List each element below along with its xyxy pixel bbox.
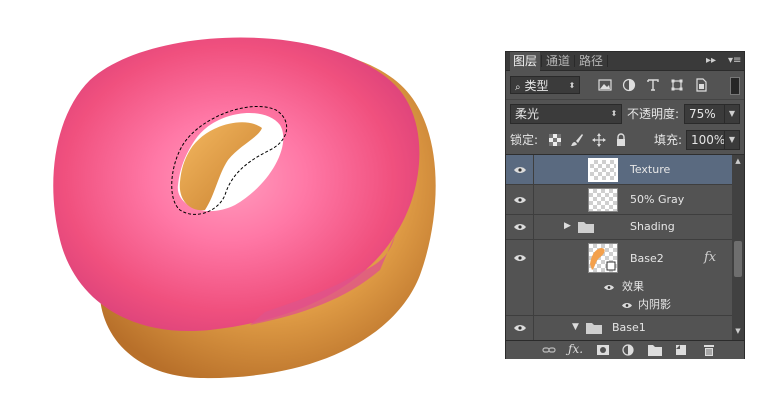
effects-label: 效果 (622, 280, 644, 293)
layer-texture[interactable]: Texture (506, 155, 732, 185)
image-filter-icon[interactable] (598, 78, 612, 92)
panel-tabbar: 图层 通道 路径 ▸▸ ▾≡ (506, 52, 744, 71)
layer-name: Base1 (612, 321, 646, 334)
layer-thumbnail (588, 188, 618, 212)
eye-icon[interactable] (514, 196, 526, 204)
tab-paths[interactable]: 路径 (576, 52, 606, 70)
layer-group-shading[interactable]: ▶ Shading (506, 215, 732, 240)
folder-icon (586, 323, 602, 334)
fill-value: 100% (691, 133, 726, 147)
donut-artwork (53, 37, 436, 379)
blend-mode-value: 柔光 (515, 107, 540, 121)
layer-name: 50% Gray (630, 193, 685, 206)
layers-bottom-toolbar: ƒx. (506, 340, 744, 359)
mask-icon[interactable] (596, 344, 610, 356)
lock-transparency-icon[interactable] (548, 133, 562, 147)
collapse-triangle-icon[interactable]: ▼ (572, 322, 579, 332)
adjustment-filter-icon[interactable] (622, 78, 636, 92)
tab-channels[interactable]: 通道 (543, 52, 573, 70)
link-icon[interactable] (542, 344, 556, 356)
add-style-fx-icon[interactable]: ƒx. (568, 342, 583, 356)
new-group-icon[interactable] (648, 344, 662, 356)
chevron-updown-icon: ⬍ (610, 109, 618, 118)
chevron-down-icon[interactable]: ▼ (724, 105, 739, 123)
chevron-down-icon[interactable]: ▼ (724, 131, 739, 149)
eye-icon[interactable] (622, 302, 632, 309)
lock-row: 锁定: 填充: 100% ▼ (506, 127, 744, 155)
layer-50-gray[interactable]: 50% Gray (506, 185, 732, 215)
inner-shadow-label: 内阴影 (638, 298, 671, 311)
fill-input[interactable]: 100% ▼ (686, 130, 740, 150)
scroll-down-icon[interactable]: ▼ (732, 327, 744, 335)
panel-menu-icon[interactable]: ▾≡ (728, 52, 741, 70)
opacity-input[interactable]: 75% ▼ (684, 104, 740, 124)
blend-mode-select[interactable]: 柔光 ⬍ (510, 104, 622, 124)
lock-move-icon[interactable] (592, 133, 606, 147)
layer-name: Texture (630, 163, 671, 176)
layers-panel: 图层 通道 路径 ▸▸ ▾≡ ⌕ 类型 ⬍ 柔光 ⬍ 不透明度: 75% ▼ 锁… (505, 51, 745, 359)
filter-kind-select[interactable]: ⌕ 类型 ⬍ (510, 76, 580, 94)
expand-triangle-icon[interactable]: ▶ (564, 221, 571, 231)
type-filter-icon[interactable] (646, 78, 660, 92)
trash-icon[interactable] (702, 344, 716, 356)
layers-scrollbar[interactable]: ▲ ▼ (732, 155, 744, 340)
smart-object-filter-icon[interactable] (694, 78, 708, 92)
eye-icon[interactable] (514, 324, 526, 332)
opacity-value: 75% (689, 107, 716, 121)
layer-thumbnail (588, 243, 618, 273)
fx-icon[interactable]: fx (704, 250, 716, 265)
opacity-label: 不透明度: (627, 107, 680, 121)
eye-icon[interactable] (514, 166, 526, 174)
new-adjustment-icon[interactable] (622, 344, 636, 356)
eye-icon[interactable] (514, 254, 526, 262)
layer-thumbnail (588, 158, 618, 182)
eye-icon[interactable] (604, 284, 614, 291)
eye-icon[interactable] (514, 223, 526, 231)
layer-name: Shading (630, 220, 675, 233)
lock-label: 锁定: (510, 133, 539, 147)
lock-all-icon[interactable] (614, 133, 628, 147)
layer-name: Base2 (630, 252, 664, 265)
layers-list: Texture 50% Gray ▶ Shading Base2 fx 效果 内… (506, 155, 732, 340)
scroll-up-icon[interactable]: ▲ (732, 157, 744, 165)
tab-layers[interactable]: 图层 (510, 52, 540, 71)
search-icon: ⌕ (515, 82, 521, 93)
new-layer-icon[interactable] (674, 344, 688, 356)
collapse-icon[interactable]: ▸▸ (706, 52, 716, 70)
layer-filter-row: ⌕ 类型 ⬍ (506, 71, 744, 100)
filter-toggle-switch[interactable] (730, 77, 740, 95)
lock-brush-icon[interactable] (570, 133, 584, 147)
layer-group-base1[interactable]: ▼ Base1 (506, 316, 732, 340)
layer-base2[interactable]: Base2 fx 效果 内阴影 (506, 240, 732, 316)
document-canvas[interactable] (0, 0, 500, 410)
fill-label: 填充: (654, 133, 683, 147)
folder-icon (578, 222, 594, 233)
shape-filter-icon[interactable] (670, 78, 684, 92)
scrollbar-thumb[interactable] (734, 241, 742, 277)
chevron-updown-icon: ⬍ (568, 81, 576, 90)
blend-row: 柔光 ⬍ 不透明度: 75% ▼ (506, 100, 744, 126)
donut-thumbnail-icon (590, 248, 616, 271)
filter-kind-label: 类型 (524, 79, 549, 93)
